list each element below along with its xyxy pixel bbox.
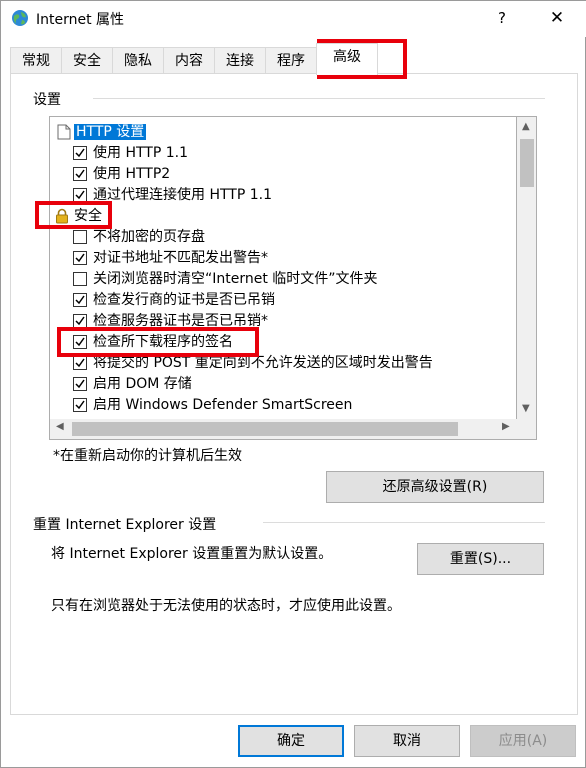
- setting-cert-mismatch-warning[interactable]: 对证书地址不匹配发出警告*: [50, 248, 516, 268]
- settings-group-divider: [93, 98, 545, 99]
- setting-label: 检查所下载程序的签名: [93, 334, 233, 350]
- help-button[interactable]: ?: [487, 7, 517, 31]
- setting-server-revocation[interactable]: 检查服务器证书是否已吊销*: [50, 311, 516, 331]
- check-icon: [75, 337, 85, 347]
- ok-button[interactable]: 确定: [238, 725, 344, 757]
- setting-label: 检查发行商的证书是否已吊销: [93, 292, 275, 308]
- check-icon: [75, 295, 85, 305]
- close-button[interactable]: ✕: [537, 5, 577, 31]
- window-title: Internet 属性: [36, 12, 125, 28]
- reset-group-divider: [263, 522, 545, 523]
- category-label: HTTP 设置: [74, 122, 147, 142]
- horizontal-scroll-thumb[interactable]: [72, 422, 458, 436]
- scroll-down-arrow-icon[interactable]: ▼: [522, 403, 530, 414]
- setting-use-http11[interactable]: 使用 HTTP 1.1: [50, 143, 516, 163]
- check-icon: [75, 253, 85, 263]
- tab-general[interactable]: 常规: [10, 47, 62, 75]
- setting-publisher-revocation[interactable]: 检查发行商的证书是否已吊销: [50, 290, 516, 310]
- restart-note: *在重新启动你的计算机后生效: [53, 448, 242, 464]
- title-bar: Internet 属性 ? ✕: [1, 1, 586, 37]
- checkbox[interactable]: [73, 230, 87, 244]
- checkbox[interactable]: [73, 146, 87, 160]
- internet-globe-icon: [12, 10, 28, 26]
- settings-tree-list[interactable]: HTTP 设置 使用 HTTP 1.1 使用 HTTP2 通过代理连接使用 HT…: [49, 116, 517, 440]
- settings-group-label: 设置: [33, 92, 61, 108]
- check-icon: [75, 400, 85, 410]
- scroll-right-arrow-icon[interactable]: ▶: [502, 421, 510, 432]
- cancel-button[interactable]: 取消: [354, 725, 460, 757]
- checkbox[interactable]: [73, 167, 87, 181]
- setting-label: 检查服务器证书是否已吊销*: [93, 313, 268, 329]
- checkbox[interactable]: [73, 356, 87, 370]
- tab-programs[interactable]: 程序: [265, 47, 317, 75]
- category-security[interactable]: 安全: [50, 206, 516, 226]
- checkbox[interactable]: [73, 293, 87, 307]
- horizontal-scrollbar[interactable]: ◀ ▶: [49, 419, 537, 440]
- reset-description: 将 Internet Explorer 设置重置为默认设置。: [51, 546, 333, 562]
- reset-button[interactable]: 重置(S)...: [417, 543, 544, 575]
- setting-label: 关闭浏览器时清空“Internet 临时文件”文件夹: [93, 271, 378, 287]
- restore-advanced-settings-button[interactable]: 还原高级设置(R): [326, 471, 544, 503]
- checkbox[interactable]: [73, 335, 87, 349]
- scroll-up-arrow-icon[interactable]: ▲: [522, 121, 530, 132]
- checkbox[interactable]: [73, 377, 87, 391]
- checkbox[interactable]: [73, 188, 87, 202]
- setting-use-http2[interactable]: 使用 HTTP2: [50, 164, 516, 184]
- setting-label: 启用 Windows Defender SmartScreen: [93, 397, 353, 413]
- vertical-scrollbar[interactable]: ▲ ▼: [517, 116, 537, 419]
- checkbox[interactable]: [73, 314, 87, 328]
- setting-label: 通过代理连接使用 HTTP 1.1: [93, 187, 272, 203]
- setting-no-save-encrypted[interactable]: 不将加密的页存盘: [50, 227, 516, 247]
- setting-check-download-signature[interactable]: 检查所下载程序的签名: [50, 332, 516, 352]
- checkbox[interactable]: [73, 251, 87, 265]
- setting-label: 使用 HTTP 1.1: [93, 145, 188, 161]
- checkbox[interactable]: [73, 398, 87, 412]
- lock-icon: [56, 208, 68, 224]
- check-icon: [75, 316, 85, 326]
- setting-post-redirect-warning[interactable]: 将提交的 POST 重定向到不允许发送的区域时发出警告: [50, 353, 516, 373]
- reset-group-label: 重置 Internet Explorer 设置: [33, 517, 217, 533]
- check-icon: [75, 358, 85, 368]
- page-icon: [57, 124, 71, 140]
- check-icon: [75, 190, 85, 200]
- vertical-scroll-thumb[interactable]: [520, 139, 534, 187]
- scroll-left-arrow-icon[interactable]: ◀: [56, 421, 64, 432]
- check-icon: [75, 148, 85, 158]
- setting-label: 启用 DOM 存储: [93, 376, 192, 392]
- setting-label: 使用 HTTP2: [93, 166, 171, 182]
- check-icon: [75, 379, 85, 389]
- setting-enable-dom-storage[interactable]: 启用 DOM 存储: [50, 374, 516, 394]
- tab-content[interactable]: 内容: [163, 47, 215, 75]
- category-http-settings[interactable]: HTTP 设置: [50, 122, 516, 142]
- setting-enable-smartscreen[interactable]: 启用 Windows Defender SmartScreen: [50, 395, 516, 415]
- setting-label: 不将加密的页存盘: [93, 229, 205, 245]
- tab-security[interactable]: 安全: [61, 47, 113, 75]
- check-icon: [75, 169, 85, 179]
- tab-bar: 常规 安全 隐私 内容 连接 程序 高级: [10, 43, 578, 75]
- setting-proxy-http11[interactable]: 通过代理连接使用 HTTP 1.1: [50, 185, 516, 205]
- category-label: 安全: [74, 208, 102, 224]
- selected-category-label: HTTP 设置: [74, 124, 147, 140]
- tab-privacy[interactable]: 隐私: [112, 47, 164, 75]
- checkbox[interactable]: [73, 272, 87, 286]
- setting-empty-temp-files[interactable]: 关闭浏览器时清空“Internet 临时文件”文件夹: [50, 269, 516, 289]
- tab-connections[interactable]: 连接: [214, 47, 266, 75]
- internet-properties-dialog: Internet 属性 ? ✕ 常规 安全 隐私 内容 连接 程序 高级 设置 …: [0, 0, 586, 768]
- reset-warning: 只有在浏览器处于无法使用的状态时，才应使用此设置。: [51, 598, 401, 614]
- tab-advanced[interactable]: 高级: [316, 43, 378, 75]
- setting-label: 对证书地址不匹配发出警告*: [93, 250, 268, 266]
- setting-label: 将提交的 POST 重定向到不允许发送的区域时发出警告: [93, 355, 433, 371]
- apply-button[interactable]: 应用(A): [470, 725, 576, 757]
